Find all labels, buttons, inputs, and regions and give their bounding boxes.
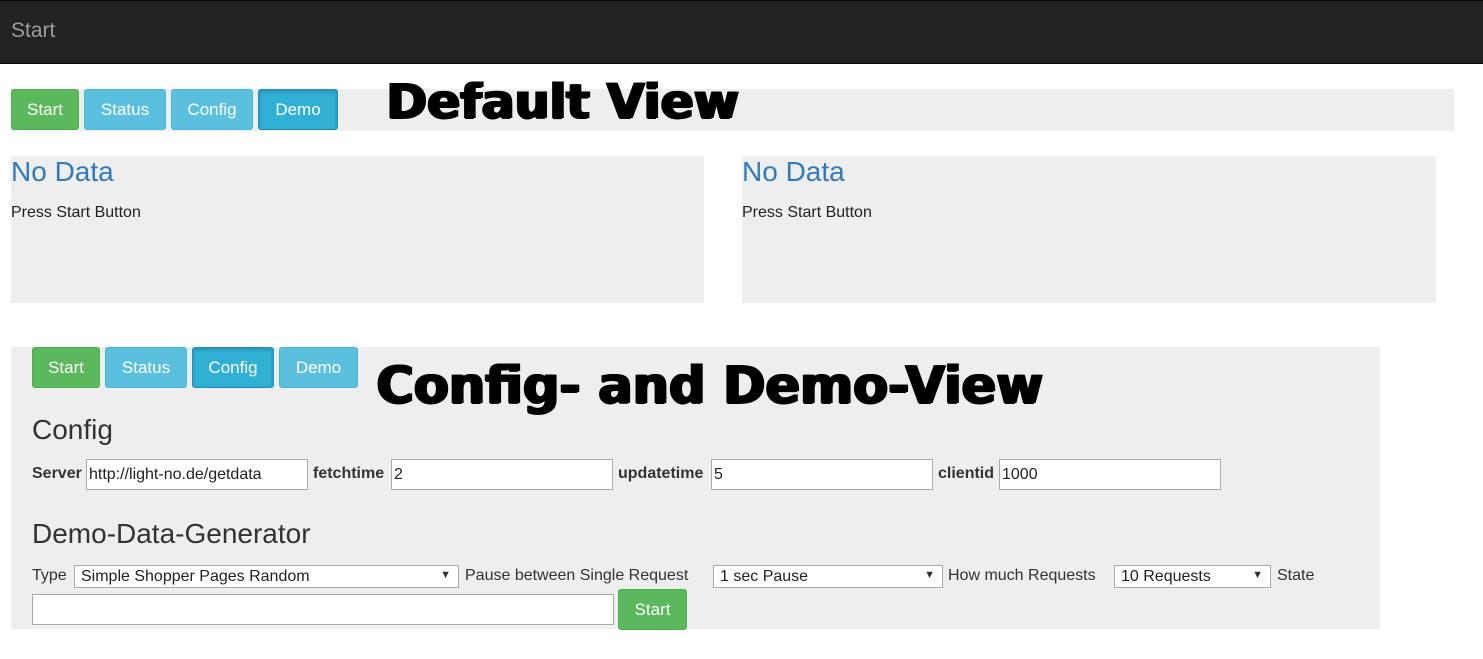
demo-start-button[interactable]: Start	[618, 589, 687, 630]
state-input[interactable]	[32, 594, 614, 625]
pause-label: Pause between Single Request	[465, 567, 689, 584]
navbar-brand[interactable]: Start	[11, 19, 55, 43]
fetchtime-input[interactable]	[391, 459, 613, 490]
requests-select-value: 10 Requests	[1121, 567, 1211, 585]
navbar: Start	[0, 0, 1483, 64]
requests-label: How much Requests	[948, 567, 1096, 584]
config-button[interactable]: Config	[171, 89, 253, 130]
server-input[interactable]	[86, 459, 308, 490]
status-button[interactable]: Status	[105, 347, 187, 388]
type-select-value: Simple Shopper Pages Random	[81, 567, 310, 585]
chevron-down-icon: ▼	[924, 569, 935, 581]
no-data-text-left: Press Start Button	[11, 204, 141, 221]
no-data-title-right: No Data	[742, 156, 845, 187]
no-data-panel-left	[11, 156, 704, 303]
config-button[interactable]: Config	[192, 347, 274, 388]
pause-select-value: 1 sec Pause	[720, 567, 809, 585]
demo-button[interactable]: Demo	[279, 347, 358, 388]
no-data-title-left: No Data	[11, 156, 114, 187]
clientid-input[interactable]	[999, 459, 1221, 490]
no-data-panel-right	[742, 156, 1436, 303]
no-data-text-right: Press Start Button	[742, 204, 872, 221]
start-button[interactable]: Start	[32, 347, 100, 388]
clientid-label: clientid	[938, 465, 995, 482]
default-view-heading: Default View	[386, 74, 739, 130]
server-label: Server	[32, 465, 82, 482]
demo-section-title: Demo-Data-Generator	[32, 518, 311, 549]
state-label: State	[1277, 567, 1315, 584]
type-label: Type	[32, 567, 67, 584]
type-select[interactable]: Simple Shopper Pages Random ▼	[74, 565, 459, 588]
chevron-down-icon: ▼	[440, 569, 451, 581]
demo-button[interactable]: Demo	[258, 89, 338, 130]
updatetime-label: updatetime	[618, 465, 704, 482]
config-view-heading: Config- and Demo-View	[376, 356, 1043, 416]
updatetime-input[interactable]	[711, 459, 933, 490]
status-button[interactable]: Status	[84, 89, 166, 130]
requests-select[interactable]: 10 Requests ▼	[1114, 565, 1271, 588]
fetchtime-label: fetchtime	[313, 465, 385, 482]
pause-select[interactable]: 1 sec Pause ▼	[713, 565, 943, 588]
config-section-title: Config	[32, 414, 113, 445]
start-button[interactable]: Start	[11, 89, 79, 130]
chevron-down-icon: ▼	[1252, 569, 1263, 581]
